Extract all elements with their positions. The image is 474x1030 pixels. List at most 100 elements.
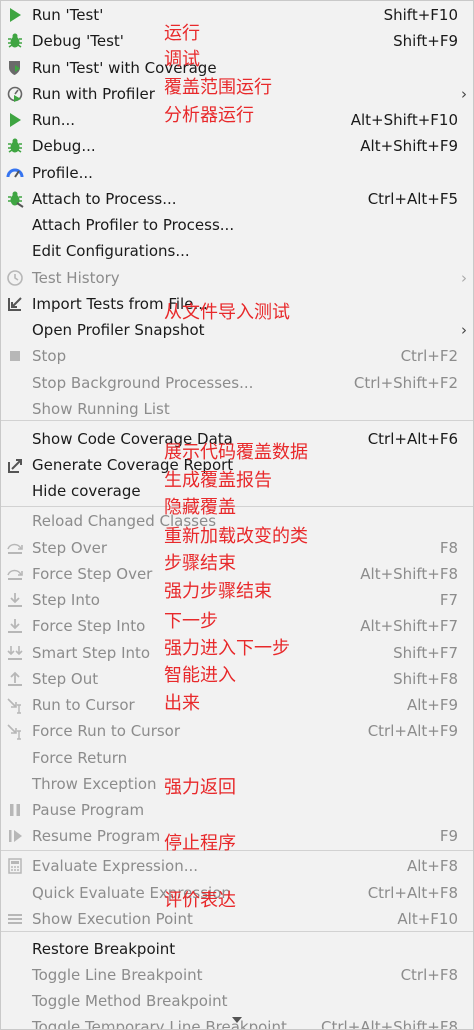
menu-item-shortcut: Alt+Shift+F7 [360, 617, 458, 635]
menu-item-shortcut: Ctrl+Alt+F8 [367, 884, 458, 902]
chinese-annotation: 步骤结束 [164, 553, 236, 574]
menu-item-shortcut: Ctrl+Shift+F2 [353, 374, 458, 392]
menu-item-label: Toggle Method Breakpoint [32, 992, 228, 1010]
chinese-annotation: 下一步 [164, 611, 218, 632]
coverage-icon [6, 59, 24, 77]
menu-item-label: Step Over [32, 539, 107, 557]
submenu-arrow-icon: › [461, 321, 467, 339]
menu-item-label: Stop [32, 347, 67, 365]
menu-item-profile[interactable]: Profile... [1, 160, 473, 186]
menu-item-shortcut: Shift+F10 [383, 6, 458, 24]
history-icon [6, 269, 24, 287]
chinese-annotation: 隐藏覆盖 [164, 497, 236, 518]
menu-item-run-to-cursor[interactable]: Run to Cursor Alt+F9 [1, 692, 473, 718]
menu-separator [1, 931, 473, 932]
debug-icon [6, 32, 24, 50]
menu-item-shortcut: Alt+F9 [406, 696, 458, 714]
chinese-annotation: 出来 [164, 693, 200, 714]
submenu-arrow-icon: › [461, 269, 467, 287]
menu-separator [1, 506, 473, 507]
menu-item-shortcut: Alt+F8 [406, 857, 458, 875]
submenu-arrow-icon: › [461, 85, 467, 103]
menu-item-attach-profiler[interactable]: Attach Profiler to Process... [1, 212, 473, 238]
chinese-annotation: 展示代码覆盖数据 [164, 442, 308, 463]
menu-item-shortcut: F9 [439, 827, 458, 845]
chinese-annotation: 强力返回 [164, 777, 236, 798]
menu-item-resume-program[interactable]: Resume Program F9 [1, 823, 473, 849]
step-over-icon [6, 565, 24, 583]
menu-item-force-return[interactable]: Force Return [1, 745, 473, 771]
menu-item-shortcut: Alt+Shift+F8 [360, 565, 458, 583]
menu-item-test-history[interactable]: Test History › [1, 265, 473, 291]
pause-icon [6, 801, 24, 819]
menu-item-shortcut: Ctrl+Alt+F9 [367, 722, 458, 740]
menu-item-evaluate-expression[interactable]: Evaluate Expression... Alt+F8 [1, 853, 473, 879]
import-icon [6, 295, 24, 313]
menu-item-run-test[interactable]: Run 'Test' Shift+F10 [1, 2, 473, 28]
step-into-icon [6, 617, 24, 635]
chinese-annotation: 停止程序 [164, 833, 236, 854]
menu-item-label: Step Into [32, 591, 100, 609]
chinese-annotation: 分析器运行 [164, 105, 254, 126]
menu-item-shortcut: Ctrl+Alt+F6 [367, 430, 458, 448]
menu-item-toggle-method-breakpoint[interactable]: Toggle Method Breakpoint [1, 988, 473, 1014]
menu-item-label: Run 'Test' [32, 6, 104, 24]
export-icon [6, 456, 24, 474]
menu-item-label: Pause Program [32, 801, 145, 819]
menu-item-stop-background[interactable]: Stop Background Processes... Ctrl+Shift+F… [1, 370, 473, 396]
run-to-cursor-icon [6, 696, 24, 714]
menu-item-edit-configurations[interactable]: Edit Configurations... [1, 238, 473, 264]
stop-icon [6, 347, 24, 365]
menu-item-label: Force Run to Cursor [32, 722, 181, 740]
menu-item-shortcut: F8 [439, 539, 458, 557]
chinese-annotation: 从文件导入测试 [164, 302, 290, 323]
chinese-annotation: 评价表达 [164, 890, 236, 911]
menu-item-show-execution-point[interactable]: Show Execution Point Alt+F10 [1, 906, 473, 932]
menu-item-label: Run to Cursor [32, 696, 135, 714]
menu-item-label: Force Step Over [32, 565, 153, 583]
menu-item-label: Smart Step Into [32, 644, 151, 662]
menu-item-show-running-list[interactable]: Show Running List [1, 396, 473, 422]
smart-step-icon [6, 644, 24, 662]
menu-item-attach-to-process[interactable]: Attach to Process... Ctrl+Alt+F5 [1, 186, 473, 212]
menu-item-stop[interactable]: Stop Ctrl+F2 [1, 343, 473, 369]
menu-item-toggle-line-breakpoint[interactable]: Toggle Line Breakpoint Ctrl+F8 [1, 962, 473, 988]
menu-item-label: Toggle Line Breakpoint [32, 966, 203, 984]
chinese-annotation: 调试 [164, 49, 200, 70]
menu-item-debug[interactable]: Debug... Alt+Shift+F9 [1, 133, 473, 159]
chinese-annotation: 覆盖范围运行 [164, 77, 272, 98]
menu-item-label: Run... [32, 111, 76, 129]
menu-item-force-run-to-cursor[interactable]: Force Run to Cursor Ctrl+Alt+F9 [1, 718, 473, 744]
menu-item-shortcut: Ctrl+Alt+Shift+F8 [321, 1018, 458, 1030]
menu-item-label: Edit Configurations... [32, 242, 190, 260]
menu-separator [1, 850, 473, 851]
run-icon [6, 111, 24, 129]
menu-item-label: Hide coverage [32, 482, 141, 500]
menu-item-label: Show Running List [32, 400, 170, 418]
menu-item-step-out[interactable]: Step Out Shift+F8 [1, 666, 473, 692]
step-out-icon [6, 670, 24, 688]
scroll-down-arrow-icon[interactable] [232, 1017, 242, 1023]
menu-item-label: Resume Program [32, 827, 161, 845]
menu-item-throw-exception[interactable]: Throw Exception [1, 771, 473, 797]
attach-icon [6, 190, 24, 208]
run-to-cursor-icon [6, 722, 24, 740]
menu-item-shortcut: Ctrl+F8 [400, 966, 458, 984]
menu-item-label: Force Return [32, 749, 128, 767]
menu-item-shortcut: Ctrl+Alt+F5 [367, 190, 458, 208]
run-icon [6, 6, 24, 24]
menu-item-label: Debug... [32, 137, 96, 155]
menu-item-shortcut: Alt+Shift+F10 [350, 111, 458, 129]
menu-item-restore-breakpoint[interactable]: Restore Breakpoint [1, 936, 473, 962]
menu-item-debug-test[interactable]: Debug 'Test' Shift+F9 [1, 28, 473, 54]
execution-point-icon [6, 910, 24, 928]
menu-item-force-step-into[interactable]: Force Step Into Alt+Shift+F7 [1, 613, 473, 639]
menu-item-label: Throw Exception [32, 775, 157, 793]
menu-item-label: Show Execution Point [32, 910, 193, 928]
menu-item-label: Force Step Into [32, 617, 146, 635]
menu-item-pause-program[interactable]: Pause Program [1, 797, 473, 823]
menu-item-quick-evaluate[interactable]: Quick Evaluate Expression Ctrl+Alt+F8 [1, 880, 473, 906]
menu-item-label: Test History [32, 269, 120, 287]
menu-item-shortcut: Shift+F9 [393, 32, 458, 50]
chinese-annotation: 运行 [164, 23, 200, 44]
